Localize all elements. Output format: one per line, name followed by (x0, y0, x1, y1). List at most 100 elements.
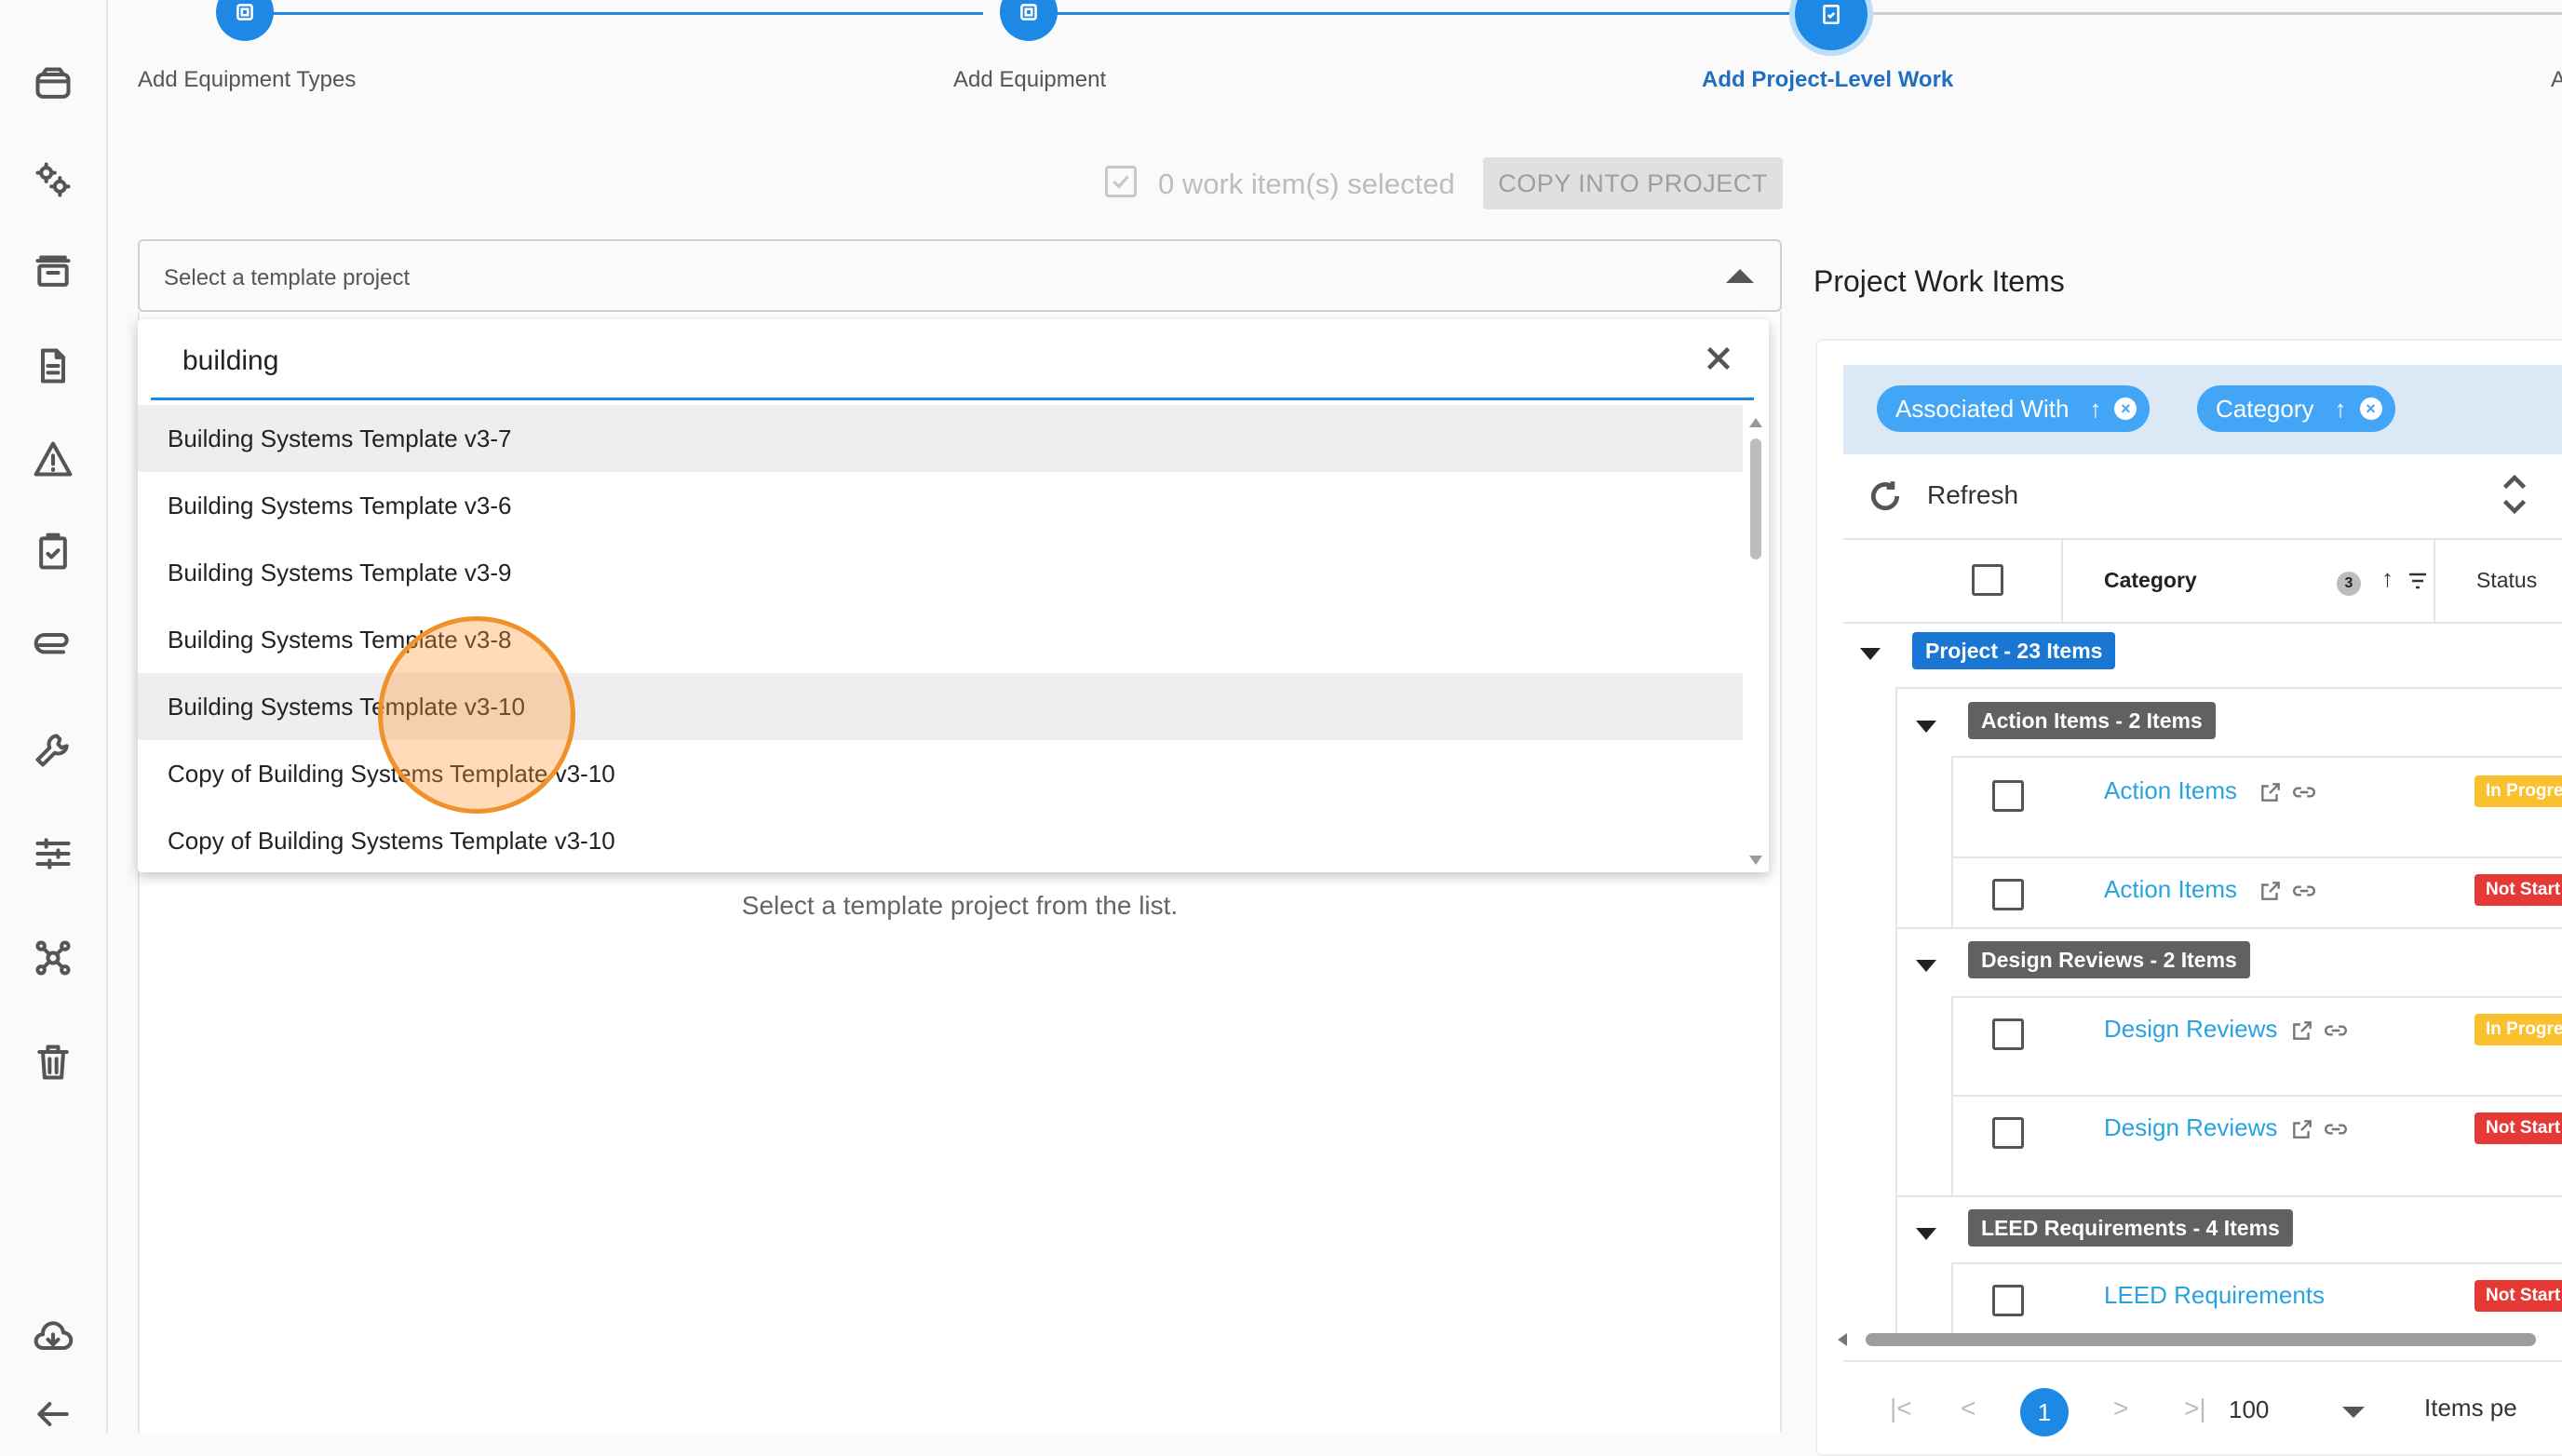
refresh-button[interactable]: Refresh (1927, 480, 2018, 510)
row-divider (1895, 687, 2562, 689)
option-item[interactable]: Copy of Building Systems Template v3-10 (138, 807, 1743, 870)
page-size-select[interactable]: 100 (2229, 1395, 2269, 1424)
copy-into-project-button[interactable]: COPY INTO PROJECT (1483, 157, 1783, 209)
group-chip-category[interactable]: Category ↑ × (2197, 385, 2395, 432)
document-icon[interactable] (26, 339, 80, 393)
remove-chip-icon[interactable]: × (2114, 398, 2137, 420)
row-checkbox[interactable] (1992, 879, 2024, 910)
column-header-status[interactable]: Status (2476, 568, 2537, 593)
open-external-icon[interactable] (2290, 1117, 2314, 1141)
chevron-down-icon[interactable] (2342, 1407, 2365, 1418)
row-checkbox[interactable] (1992, 1018, 2024, 1050)
back-arrow-icon[interactable] (26, 1387, 80, 1441)
clipboard-check-icon[interactable] (26, 525, 80, 579)
open-external-icon[interactable] (2259, 780, 2283, 804)
option-item[interactable]: Building Systems Template v3-6 (138, 472, 1743, 539)
sliders-icon[interactable] (26, 827, 80, 881)
warning-icon[interactable] (26, 432, 80, 486)
dropdown-scrollbar[interactable] (1746, 418, 1763, 865)
sort-up-icon[interactable]: ↑ (2089, 395, 2101, 424)
step-equipment[interactable] (1000, 0, 1058, 41)
template-select-placeholder: Select a template project (164, 265, 411, 290)
option-list: Building Systems Template v3-7 Building … (138, 405, 1743, 870)
select-all-rows-checkbox[interactable] (1972, 564, 2003, 596)
collapse-toggle[interactable] (1916, 1228, 1936, 1240)
items-per-page-label: Items pe (2424, 1394, 2517, 1422)
paperclip-icon[interactable] (26, 618, 80, 672)
expand-collapse-icon[interactable] (2501, 473, 2528, 516)
filter-icon[interactable] (2407, 572, 2428, 590)
open-external-icon[interactable] (2259, 879, 2283, 903)
row-checkbox[interactable] (1992, 780, 2024, 812)
last-page-icon[interactable]: >| (2184, 1394, 2206, 1423)
cloud-download-icon[interactable] (26, 1311, 80, 1365)
search-input[interactable] (181, 342, 1581, 381)
network-icon[interactable] (26, 931, 80, 985)
search-field[interactable] (151, 319, 1754, 400)
stepper-connector (1028, 12, 1828, 15)
work-item-link[interactable]: Action Items (2104, 776, 2237, 805)
collapse-toggle[interactable] (1916, 960, 1936, 972)
trash-icon[interactable] (26, 1035, 80, 1089)
option-item[interactable]: Building Systems Template v3-8 (138, 606, 1743, 673)
project-work-items-panel: Associated With ↑ × Category ↑ × Refresh… (1815, 339, 2562, 1456)
tree-line (1895, 687, 1897, 1339)
first-page-icon[interactable]: |< (1890, 1394, 1912, 1423)
step-label-equipment[interactable]: Add Equipment (953, 67, 1106, 93)
collapse-toggle[interactable] (1860, 648, 1881, 660)
template-project-select[interactable]: Select a template project (138, 239, 1782, 312)
option-item[interactable]: Building Systems Template v3-7 (138, 405, 1743, 472)
link-icon[interactable] (2292, 879, 2316, 903)
row-divider (1951, 996, 2562, 998)
group-chip-associated-with[interactable]: Associated With ↑ × (1877, 385, 2151, 432)
step-label-project-level-work[interactable]: Add Project-Level Work (1702, 67, 1953, 93)
stepper-connector (248, 12, 983, 15)
remove-chip-icon[interactable]: × (2359, 398, 2382, 420)
step-label-next[interactable]: A (2551, 67, 2562, 93)
scroll-thumb[interactable] (1750, 438, 1761, 559)
step-label-equipment-types[interactable]: Add Equipment Types (138, 67, 356, 93)
status-badge: Not Start (2474, 1280, 2562, 1312)
work-item-link[interactable]: Action Items (2104, 875, 2237, 904)
row-checkbox[interactable] (1992, 1117, 2024, 1149)
sort-up-icon[interactable]: ↑ (2381, 564, 2393, 593)
row-checkbox[interactable] (1992, 1285, 2024, 1316)
next-page-icon[interactable]: > (2113, 1394, 2128, 1423)
link-icon[interactable] (2324, 1117, 2348, 1141)
option-item[interactable]: Building Systems Template v3-9 (138, 539, 1743, 606)
scroll-up-icon[interactable] (1749, 418, 1762, 427)
stepper: Add Equipment Types Add Equipment Add Pr… (106, 0, 2562, 102)
status-badge: Not Start (2474, 1112, 2562, 1144)
selected-count: 0 work item(s) selected (1158, 168, 1455, 200)
prev-page-icon[interactable]: < (1961, 1394, 1975, 1423)
select-all-checkbox[interactable] (1105, 166, 1137, 197)
close-icon[interactable] (1702, 342, 1735, 375)
option-item[interactable]: Building Systems Template v3-10 (138, 673, 1743, 740)
option-item[interactable]: Copy of Building Systems Template v3-10 (138, 740, 1743, 807)
gears-icon[interactable] (26, 153, 80, 207)
refresh-icon[interactable] (1868, 479, 1903, 514)
scroll-left-icon[interactable] (1838, 1333, 1847, 1346)
work-item-link[interactable]: Design Reviews (2104, 1113, 2277, 1142)
caret-up-icon[interactable] (1726, 269, 1754, 283)
scroll-thumb[interactable] (1866, 1333, 2536, 1346)
row-divider (1951, 1262, 2562, 1264)
table-header: Category 3 ↑ Status (1843, 538, 2562, 624)
open-external-icon[interactable] (2290, 1018, 2314, 1043)
group-header-project: Project - 23 Items (1912, 632, 2116, 669)
link-icon[interactable] (2324, 1018, 2348, 1043)
archive-icon[interactable] (26, 246, 80, 300)
scroll-down-icon[interactable] (1749, 856, 1762, 865)
step-equipment-types[interactable] (216, 0, 274, 41)
step-project-level-work[interactable] (1789, 0, 1873, 56)
column-header-category[interactable]: Category (2104, 568, 2197, 593)
link-icon[interactable] (2292, 780, 2316, 804)
sort-up-icon[interactable]: ↑ (2335, 395, 2347, 424)
work-item-link[interactable]: LEED Requirements (2104, 1281, 2325, 1310)
work-item-link[interactable]: Design Reviews (2104, 1015, 2277, 1044)
wallet-icon[interactable] (26, 58, 80, 112)
wrench-icon[interactable] (26, 722, 80, 776)
current-page[interactable]: 1 (2020, 1388, 2069, 1436)
collapse-toggle[interactable] (1916, 721, 1936, 733)
horizontal-scrollbar[interactable] (1838, 1331, 2562, 1348)
